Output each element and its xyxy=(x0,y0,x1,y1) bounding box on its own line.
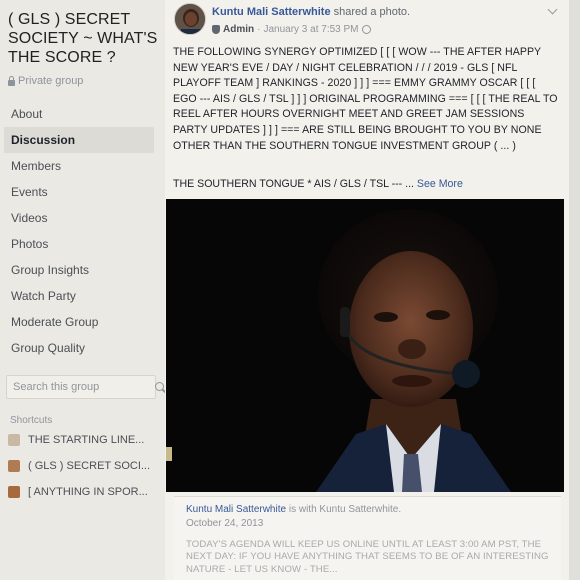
group-icon xyxy=(8,433,20,446)
group-search[interactable] xyxy=(6,375,164,399)
post-options-button[interactable] xyxy=(545,4,559,16)
post-action: shared a photo. xyxy=(333,6,411,18)
avatar[interactable] xyxy=(174,3,206,35)
post-author-link[interactable]: Kuntu Mali Satterwhite xyxy=(212,6,331,18)
see-more-link[interactable]: See More xyxy=(417,178,463,190)
post-summary: THE SOUTHERN TONGUE * AIS / GLS / TSL --… xyxy=(165,176,569,190)
privacy-label: Private group xyxy=(8,75,165,87)
shared-with-text: is with xyxy=(288,504,317,515)
nav-item-group-insights[interactable]: Group Insights xyxy=(4,257,154,283)
shared-text: TODAY'S AGENDA WILL KEEP US ONLINE UNTIL… xyxy=(186,539,549,575)
admin-badge: Admin xyxy=(223,24,255,35)
nav-item-photos[interactable]: Photos xyxy=(4,231,154,257)
shortcut-item[interactable]: THE STARTING LINE... xyxy=(8,427,165,452)
post-header: Kuntu Mali Satterwhite shared a photo. A… xyxy=(165,0,569,40)
group-nav: About Discussion Members Events Videos P… xyxy=(4,101,165,361)
shared-author-link[interactable]: Kuntu Mali Satterwhite xyxy=(186,504,286,515)
group-icon xyxy=(8,485,20,498)
nav-item-events[interactable]: Events xyxy=(4,179,154,205)
group-feed: Kuntu Mali Satterwhite shared a photo. A… xyxy=(165,0,580,580)
shortcuts-heading: Shortcuts xyxy=(10,415,53,426)
shortcut-item[interactable]: [ ANYTHING IN SPOR... xyxy=(8,479,165,504)
shared-author-line: Kuntu Mali Satterwhite is with Kuntu Sat… xyxy=(186,504,549,515)
post-photo[interactable] xyxy=(166,199,564,492)
audience-icon xyxy=(361,25,371,34)
chevron-down-icon xyxy=(547,4,557,15)
nav-item-watch-party[interactable]: Watch Party xyxy=(4,283,154,309)
shortcut-label: [ ANYTHING IN SPOR... xyxy=(28,485,148,498)
nav-item-discussion[interactable]: Discussion xyxy=(4,127,154,153)
portrait-photo xyxy=(166,199,564,492)
nav-item-videos[interactable]: Videos xyxy=(4,205,154,231)
admin-shield-icon xyxy=(212,25,220,34)
nav-item-group-quality[interactable]: Group Quality xyxy=(4,335,154,361)
post-meta: Admin · January 3 at 7:53 PM xyxy=(212,24,371,35)
shortcut-label: ( GLS ) SECRET SOCI... xyxy=(28,459,151,472)
search-input[interactable] xyxy=(13,381,155,393)
privacy-text: Private group xyxy=(18,75,84,87)
post-timestamp[interactable]: January 3 at 7:53 PM xyxy=(263,24,358,35)
post-author-line: Kuntu Mali Satterwhite shared a photo. xyxy=(212,6,410,18)
nav-item-moderate-group[interactable]: Moderate Group xyxy=(4,309,154,335)
meta-separator: · xyxy=(257,24,261,35)
group-icon xyxy=(8,459,20,472)
shortcut-label: THE STARTING LINE... xyxy=(28,433,145,446)
nav-item-members[interactable]: Members xyxy=(4,153,154,179)
lock-icon xyxy=(8,75,15,86)
post-body: THE FOLLOWING SYNERGY OPTIMIZED [ [ [ WO… xyxy=(173,46,558,152)
group-name[interactable]: ( GLS ) SECRET SOCIETY ~ WHAT'S THE SCOR… xyxy=(8,10,165,67)
post-card: Kuntu Mali Satterwhite shared a photo. A… xyxy=(165,0,569,580)
shared-with-person[interactable]: Kuntu Satterwhite. xyxy=(319,504,401,515)
shared-post-card[interactable]: Kuntu Mali Satterwhite is with Kuntu Sat… xyxy=(174,496,561,580)
summary-text: THE SOUTHERN TONGUE * AIS / GLS / TSL --… xyxy=(173,178,414,190)
shared-date[interactable]: October 24, 2013 xyxy=(186,518,549,529)
nav-item-about[interactable]: About xyxy=(4,101,154,127)
shortcut-item[interactable]: ( GLS ) SECRET SOCI... xyxy=(8,453,165,478)
group-sidebar: ( GLS ) SECRET SOCIETY ~ WHAT'S THE SCOR… xyxy=(0,0,165,580)
